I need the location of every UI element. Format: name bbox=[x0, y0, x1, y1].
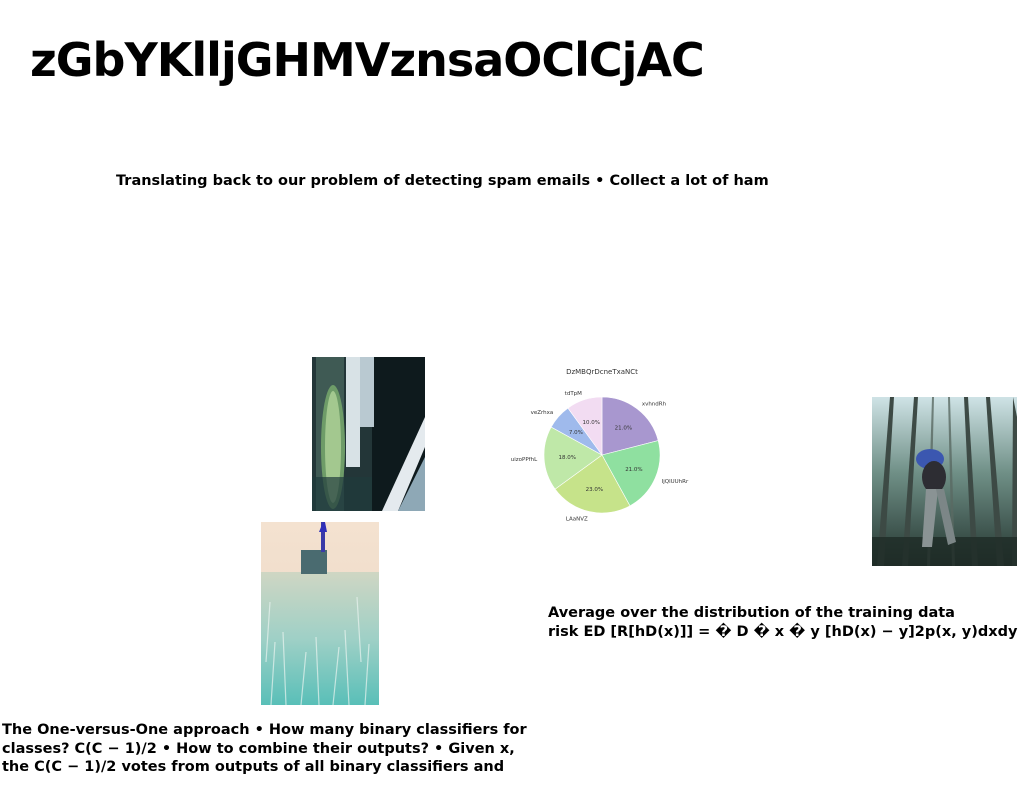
pie-category-label: veZrhxa bbox=[531, 410, 554, 416]
pie-chart: DzMBQrDcneTxaNCt 21.0% xvhndRh 21.0% IjQlUU… bbox=[511, 368, 689, 522]
risk-text-line-2: risk ED [R[hD(x)]] = � D � x � y [hD(x) … bbox=[548, 623, 1018, 640]
risk-text-line-1: Average over the distribution of the tra… bbox=[548, 605, 955, 621]
slide-title: zGbYKlljGHMVznsaOClCjAC bbox=[30, 33, 705, 87]
pie-value-label: 10.0% bbox=[583, 420, 600, 426]
one-vs-one-text: The One-versus-One approach • How many b… bbox=[2, 722, 527, 775]
photo-forest-runner bbox=[872, 397, 1017, 566]
risk-text: Average over the distribution of the tra… bbox=[548, 604, 1018, 641]
photo-canoes bbox=[312, 357, 425, 511]
pie-value-label: 21.0% bbox=[615, 426, 632, 432]
pie-value-label: 18.0% bbox=[559, 455, 576, 461]
chart-title: DzMBQrDcneTxaNCt bbox=[566, 368, 638, 376]
pie-category-label: uizoPPfhL bbox=[511, 457, 538, 463]
pie-category-label: xvhndRh bbox=[642, 402, 667, 408]
pie-category-label: IjQlUUhRr bbox=[662, 479, 689, 485]
pie-category-label: LAaNVZ bbox=[566, 516, 588, 522]
pie-value-label: 7.0% bbox=[569, 430, 583, 436]
slide-subtitle: Translating back to our problem of detec… bbox=[116, 173, 769, 189]
pie-category-label: tdTpM bbox=[565, 391, 582, 397]
pie-value-label: 21.0% bbox=[625, 467, 642, 473]
pie-value-label: 23.0% bbox=[586, 487, 603, 493]
photo-grass-field bbox=[261, 522, 379, 705]
